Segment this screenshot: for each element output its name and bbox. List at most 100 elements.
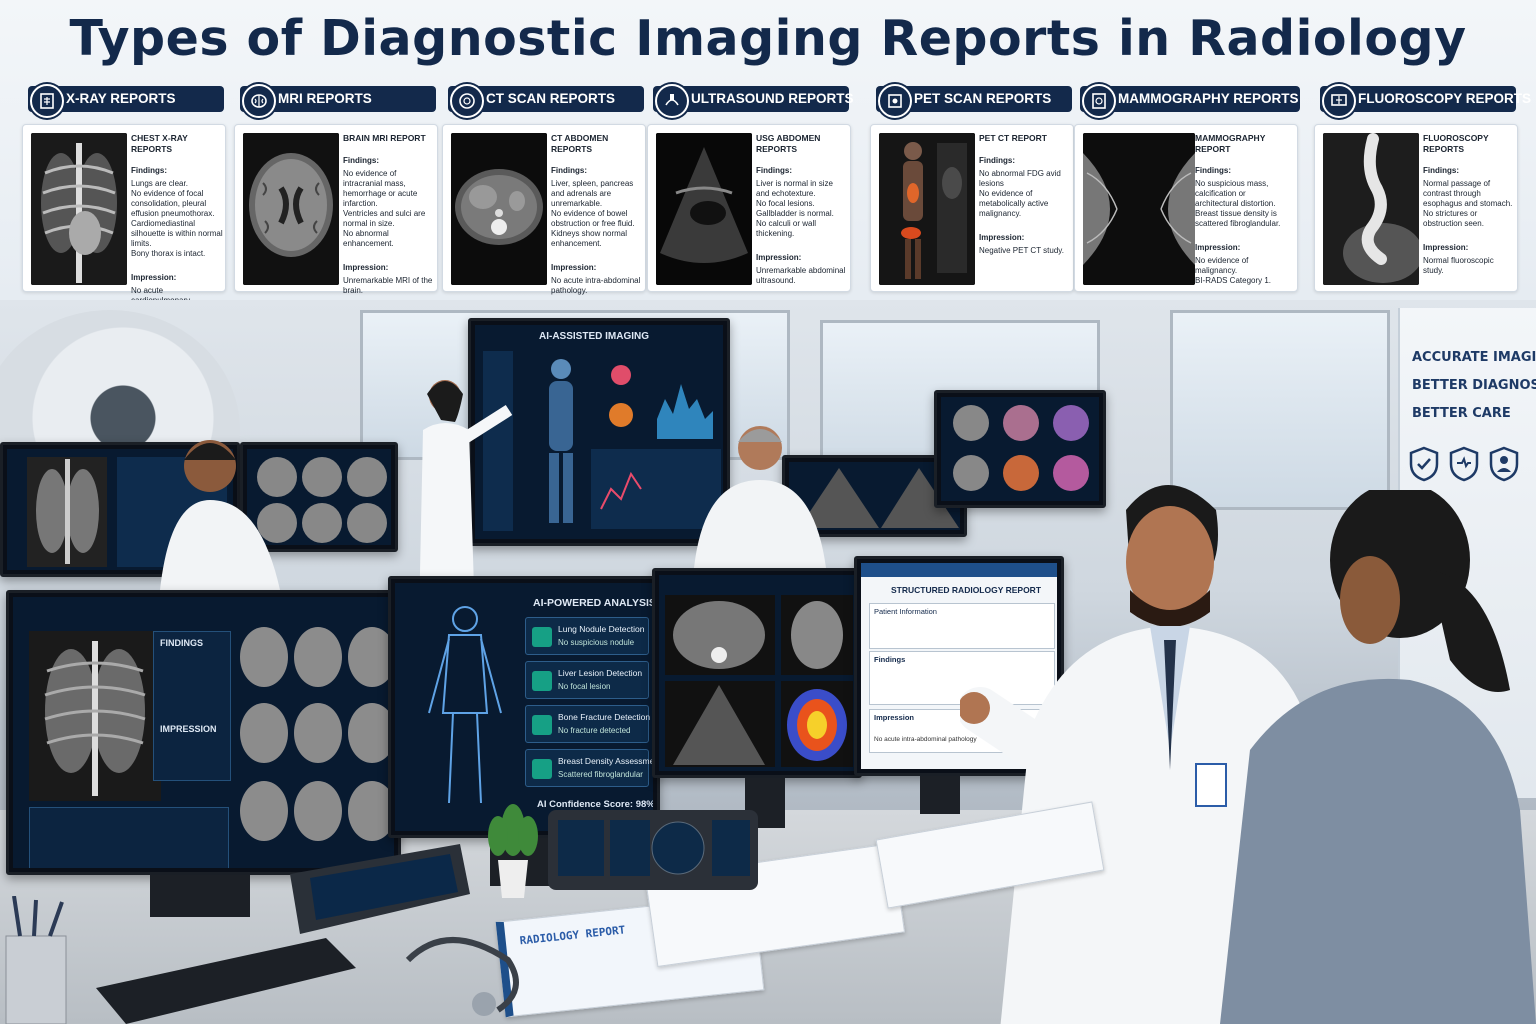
heart-pulse-icon (1449, 446, 1479, 482)
report-title: CHEST X-RAY REPORTS (131, 133, 188, 154)
findings-label: Findings: (551, 166, 587, 176)
findings-text: No suspicious mass, calcification or arc… (1195, 179, 1281, 229)
ai-check-result: No suspicious nodule (558, 638, 635, 647)
impression-heading: IMPRESSION (160, 724, 217, 734)
report-card: CHEST X-RAY REPORTS Findings: Lungs are … (22, 124, 226, 315)
findings-label: Findings: (1195, 166, 1231, 176)
report-title: BRAIN MRI REPORT (343, 133, 426, 143)
findings-label: Findings: (756, 166, 792, 176)
report-title: USG ABDOMEN REPORTS (756, 133, 821, 154)
impression-text: Unremarkable MRI of the brain. (343, 275, 433, 295)
findings-label: Findings: (343, 155, 379, 165)
shield-check-icon (1409, 446, 1439, 482)
ai-check-name: Bone Fracture Detection (558, 712, 651, 722)
tab-label: CT SCAN REPORTS (486, 91, 616, 106)
pet-icon (878, 84, 912, 118)
findings-text: Liver, spleen, pancreas and adrenals are… (551, 179, 635, 249)
impression-text: No acute intra-abdominal pathology. (551, 276, 641, 296)
tab-label: PET SCAN REPORTS (914, 91, 1052, 106)
patient (1220, 490, 1536, 1024)
impression-label: Impression: (1423, 243, 1469, 253)
ai-check-name: Breast Density Assessment (558, 756, 653, 766)
report-column-fluoroscopy: FLUOROSCOPY REPORTS FLUOROSCOPY REPORTS … (1314, 82, 1531, 292)
fluoroscopy-image (1323, 133, 1419, 285)
report-title: CT ABDOMEN REPORTS (551, 133, 609, 154)
report-column-mammography: MAMMOGRAPHY REPORTS MAMMOGRAPHY REPORT F… (1074, 82, 1300, 292)
fluoroscopy-icon (1322, 84, 1356, 118)
monitor-xray-mri: FINDINGS IMPRESSION (6, 590, 401, 875)
radiology-room-scene: ACCURATE IMAGING BETTER DIAGNOSIS BETTER… (0, 300, 1536, 1024)
ai-check-result: No focal lesion (558, 682, 611, 691)
report-card: PET CT REPORT Findings: No abnormal FDG … (870, 124, 1074, 292)
impression-label: Impression: (979, 232, 1025, 242)
ai-result-row: Lung Nodule Detection No suspicious nodu… (525, 617, 649, 655)
mammography-image (1083, 133, 1195, 285)
bone-icon (532, 715, 552, 735)
keyboard (96, 938, 356, 1024)
ai-check-name: Liver Lesion Detection (558, 668, 643, 678)
pen-holder (5, 896, 67, 1024)
report-column-mri: MRI REPORTS BRAIN MRI REPORT Findings: N… (234, 82, 440, 295)
impression-text: No evidence of malignancy. BI-RADS Categ… (1195, 256, 1272, 286)
ai-result-row: Liver Lesion Detection No focal lesion (525, 661, 649, 699)
ai-check-result: Scattered fibroglandular (558, 770, 643, 779)
report-summary-panel (29, 807, 229, 868)
findings-heading: FINDINGS (160, 638, 204, 648)
findings-label: Findings: (979, 155, 1015, 165)
impression-text: Normal fluoroscopic study. (1423, 256, 1494, 276)
findings-label: Findings: (1423, 166, 1459, 176)
monitor-stand (920, 776, 960, 814)
monitor-stand (150, 875, 250, 917)
ct-abdomen-image (451, 133, 547, 285)
liver-icon (532, 671, 552, 691)
brain-mri-grid-display (240, 627, 394, 841)
report-column-ultrasound: ULTRASOUND REPORTS USG ABDOMEN REPORTS F… (647, 82, 854, 292)
report-card: CT ABDOMEN REPORTS Findings: Liver, sple… (442, 124, 646, 295)
report-column-pet: PET SCAN REPORTS PET CT REPORT Findings:… (870, 82, 1076, 292)
doctor-icon (1489, 446, 1519, 482)
impression-label: Impression: (343, 262, 389, 272)
findings-text: Liver is normal in size and echotexture.… (756, 179, 834, 239)
stethoscope (405, 937, 519, 1016)
tab-label: MAMMOGRAPHY REPORTS (1118, 91, 1299, 106)
poster-line: BETTER CARE (1412, 406, 1511, 421)
page-title: Types of Diagnostic Imaging Reports in R… (69, 10, 1467, 67)
tab-label: MRI REPORTS (278, 91, 372, 106)
report-card: FLUOROSCOPY REPORTS Findings: Normal pas… (1314, 124, 1518, 292)
impression-label: Impression: (756, 253, 802, 263)
radiologist-seated-left (160, 440, 280, 590)
tab-label: ULTRASOUND REPORTS (691, 91, 854, 106)
impression-label: Impression: (131, 273, 177, 283)
report-card: MAMMOGRAPHY REPORT Findings: No suspicio… (1074, 124, 1298, 292)
tab-mri-reports: MRI REPORTS (240, 84, 436, 118)
chest-xray-display (29, 631, 161, 801)
impression-label: Impression (874, 713, 915, 722)
ai-check-result: No fracture detected (558, 726, 631, 735)
tab-mammography-reports: MAMMOGRAPHY REPORTS (1080, 84, 1300, 118)
findings-text: Lungs are clear. No evidence of focal co… (131, 179, 223, 259)
breast-icon (532, 759, 552, 779)
tab-xray-reports: X-RAY REPORTS (28, 84, 224, 118)
control-tablet (290, 844, 470, 934)
findings-label: Findings: (131, 166, 167, 176)
report-column-xray: X-RAY REPORTS CHEST X-RAY REPORTS Findin… (22, 82, 228, 315)
patient-info-label: Patient Information (874, 607, 937, 616)
findings-panel: FINDINGS IMPRESSION (153, 631, 231, 781)
impression-label: Impression: (551, 263, 597, 273)
impression-label: Impression: (1195, 243, 1241, 253)
report-card: BRAIN MRI REPORT Findings: No evidence o… (234, 124, 438, 295)
tab-ultrasound-reports: ULTRASOUND REPORTS (653, 84, 854, 118)
ct-and-pet-display (665, 595, 853, 767)
tab-ct-scan-reports: CT SCAN REPORTS (448, 84, 644, 118)
ultrasound-icon (655, 84, 689, 118)
brain-icon (242, 84, 276, 118)
xray-icon (30, 84, 64, 118)
tab-label: FLUOROSCOPY REPORTS (1358, 91, 1532, 106)
tab-fluoroscopy-reports: FLUOROSCOPY REPORTS (1320, 84, 1531, 118)
infographic-banner: Types of Diagnostic Imaging Reports in R… (0, 0, 1536, 315)
ai-confidence-score: AI Confidence Score: 98% (537, 799, 653, 810)
brain-mri-image (243, 133, 339, 285)
report-title: FLUOROSCOPY REPORTS (1423, 133, 1489, 154)
report-title: PET CT REPORT (979, 133, 1048, 143)
findings-text: No evidence of intracranial mass, hemorr… (343, 168, 426, 248)
